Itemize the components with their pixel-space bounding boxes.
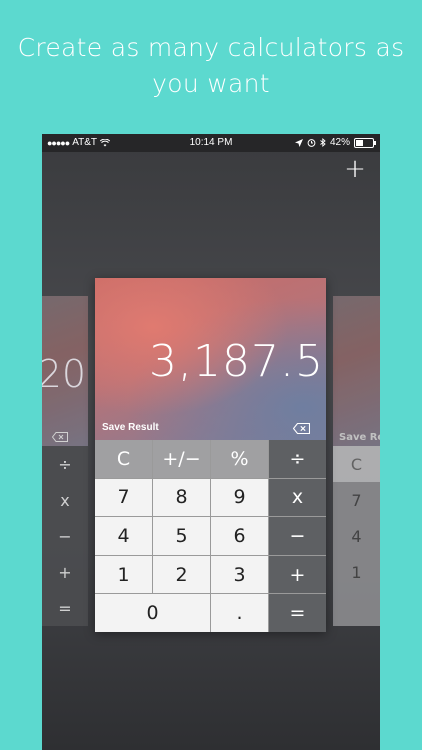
- status-right: 42%: [294, 137, 376, 148]
- multiply-key[interactable]: x: [269, 478, 326, 517]
- status-bar: ●●●●● AT&T 10:14 PM 42%: [42, 134, 380, 152]
- phone-screen: ●●●●● AT&T 10:14 PM 42% + 20 ÷ x − + = S…: [42, 134, 380, 750]
- right-calculator-display: Save Re: [333, 296, 380, 446]
- three-key[interactable]: 3: [211, 555, 268, 594]
- two-key[interactable]: 2: [153, 555, 210, 594]
- right-calculator-card[interactable]: Save Re C 7 4 1: [333, 296, 380, 626]
- calculator-result: 3,187.5: [149, 336, 324, 387]
- zero-key[interactable]: 0: [95, 594, 210, 632]
- one-key[interactable]: 1: [95, 555, 152, 594]
- left-calculator-display: 20: [42, 296, 88, 446]
- equals-key[interactable]: =: [269, 594, 326, 632]
- seven-key[interactable]: 7: [95, 478, 152, 517]
- sign-toggle-key[interactable]: +/−: [153, 440, 210, 478]
- clear-key[interactable]: C: [95, 440, 152, 478]
- minus-key[interactable]: −: [269, 517, 326, 555]
- right-save-result-button[interactable]: Save Re: [339, 432, 380, 443]
- plus-key[interactable]: +: [269, 555, 326, 594]
- battery-percent: 42%: [329, 137, 350, 148]
- left-divide-key[interactable]: ÷: [42, 446, 88, 483]
- calculator-display: 3,187.5 Save Result: [95, 278, 326, 440]
- left-plus-key[interactable]: +: [42, 554, 88, 591]
- battery-level: [356, 139, 363, 146]
- decimal-key[interactable]: .: [211, 594, 268, 632]
- backspace-icon[interactable]: [293, 423, 310, 434]
- alarm-icon: [307, 139, 316, 147]
- battery-icon: [354, 137, 376, 148]
- left-calculator-card[interactable]: 20 ÷ x − + =: [42, 296, 88, 626]
- left-multiply-key[interactable]: x: [42, 482, 88, 519]
- left-calculator-result: 20: [42, 352, 86, 396]
- nine-key[interactable]: 9: [211, 478, 268, 517]
- five-key[interactable]: 5: [153, 517, 210, 555]
- headline: Create as many calculators as you want: [17, 33, 405, 98]
- add-calculator-button[interactable]: +: [344, 154, 366, 184]
- keypad: C +/− % ÷ 7 8 9 x 4 5 6 − 1 2 3 + 0 . =: [95, 440, 326, 632]
- right-clear-key[interactable]: C: [333, 446, 380, 483]
- eight-key[interactable]: 8: [153, 478, 210, 517]
- right-four-key[interactable]: 4: [333, 518, 380, 555]
- six-key[interactable]: 6: [211, 517, 268, 555]
- left-equals-key[interactable]: =: [42, 590, 88, 626]
- right-one-key[interactable]: 1: [333, 554, 380, 591]
- left-minus-key[interactable]: −: [42, 518, 88, 555]
- location-arrow-icon: [294, 138, 303, 147]
- right-zero-key[interactable]: [333, 590, 380, 626]
- right-seven-key[interactable]: 7: [333, 482, 380, 519]
- plus-icon: +: [344, 154, 366, 184]
- main-calculator-card[interactable]: 3,187.5 Save Result C +/− % ÷ 7 8 9 x 4 …: [95, 278, 326, 632]
- four-key[interactable]: 4: [95, 517, 152, 555]
- backspace-icon[interactable]: [52, 432, 68, 442]
- divide-key[interactable]: ÷: [269, 440, 326, 478]
- save-result-button[interactable]: Save Result: [102, 422, 159, 433]
- percent-key[interactable]: %: [211, 440, 268, 478]
- bluetooth-icon: [320, 138, 326, 147]
